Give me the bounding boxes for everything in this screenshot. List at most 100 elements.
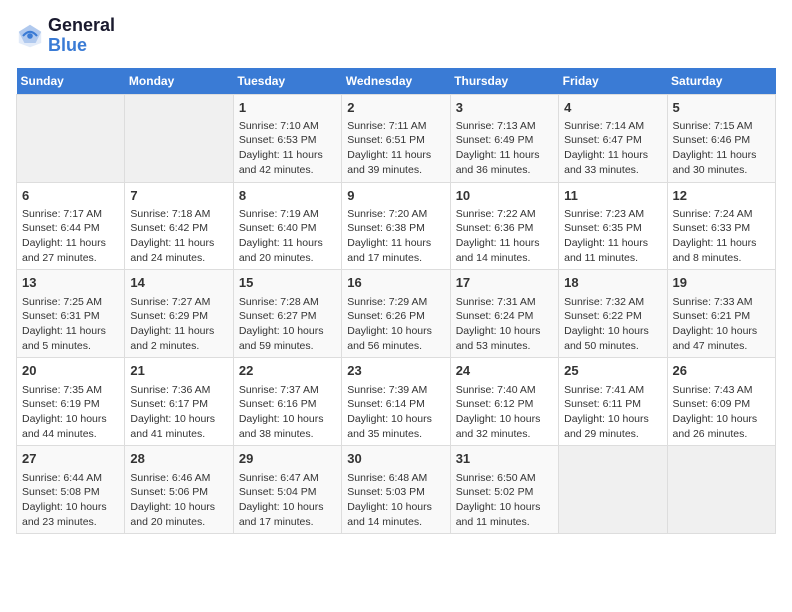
day-info: Sunrise: 7:23 AM Sunset: 6:35 PM Dayligh… [564,207,661,266]
day-number: 5 [673,99,770,117]
day-number: 8 [239,187,336,205]
calendar-cell: 7Sunrise: 7:18 AM Sunset: 6:42 PM Daylig… [125,182,233,270]
day-number: 17 [456,274,553,292]
day-number: 27 [22,450,119,468]
day-info: Sunrise: 7:20 AM Sunset: 6:38 PM Dayligh… [347,207,444,266]
calendar-cell: 10 Sunrise: 7:22 AM Sunset: 6:36 PM Dayli… [450,182,558,270]
calendar-cell: 3 Sunrise: 7:13 AM Sunset: 6:49 PM Daylig… [450,94,558,182]
day-info: Sunrise: 7:11 AM Sunset: 6:51 PM Dayligh… [347,119,444,178]
day-number: 19 [673,274,770,292]
logo-text: GeneralBlue [48,16,115,56]
day-info: Sunrise: 7:35 AM Sunset: 6:19 PM Dayligh… [22,383,119,442]
day-info: Sunrise: 6:48 AM Sunset: 5:03 PM Dayligh… [347,471,444,530]
day-number: 14 [130,274,227,292]
day-info: Sunrise: 7:13 AM Sunset: 6:49 PM Dayligh… [456,119,553,178]
day-info: Sunrise: 7:43 AM Sunset: 6:09 PM Dayligh… [673,383,770,442]
calendar-cell: 22Sunrise: 7:37 AM Sunset: 6:16 PM Dayli… [233,358,341,446]
day-info: Sunrise: 6:44 AM Sunset: 5:08 PM Dayligh… [22,471,119,530]
calendar-cell [559,446,667,534]
header-wednesday: Wednesday [342,68,450,95]
day-info: Sunrise: 7:31 AM Sunset: 6:24 PM Dayligh… [456,295,553,354]
day-info: Sunrise: 7:27 AM Sunset: 6:29 PM Dayligh… [130,295,227,354]
day-number: 13 [22,274,119,292]
calendar-header-row: SundayMondayTuesdayWednesdayThursdayFrid… [17,68,776,95]
day-number: 21 [130,362,227,380]
calendar-cell: 12 Sunrise: 7:24 AM Sunset: 6:33 PM Dayli… [667,182,775,270]
calendar-cell: 28 Sunrise: 6:46 AM Sunset: 5:06 PM Dayli… [125,446,233,534]
day-info: Sunrise: 6:46 AM Sunset: 5:06 PM Dayligh… [130,471,227,530]
calendar-row-1: 6 Sunrise: 7:17 AM Sunset: 6:44 PM Daylig… [17,182,776,270]
calendar-cell: 14 Sunrise: 7:27 AM Sunset: 6:29 PM Dayli… [125,270,233,358]
calendar-cell: 6 Sunrise: 7:17 AM Sunset: 6:44 PM Daylig… [17,182,125,270]
day-info: Sunrise: 7:32 AM Sunset: 6:22 PM Dayligh… [564,295,661,354]
calendar-table: SundayMondayTuesdayWednesdayThursdayFrid… [16,68,776,535]
page-header: GeneralBlue [16,16,776,56]
day-info: Sunrise: 7:22 AM Sunset: 6:36 PM Dayligh… [456,207,553,266]
day-number: 25 [564,362,661,380]
calendar-cell [17,94,125,182]
calendar-cell: 29 Sunrise: 6:47 AM Sunset: 5:04 PM Dayli… [233,446,341,534]
day-number: 28 [130,450,227,468]
calendar-cell [125,94,233,182]
day-number: 10 [456,187,553,205]
logo: GeneralBlue [16,16,115,56]
header-thursday: Thursday [450,68,558,95]
calendar-row-4: 27 Sunrise: 6:44 AM Sunset: 5:08 PM Dayli… [17,446,776,534]
day-info: Sunrise: 7:37 AM Sunset: 6:16 PM Dayligh… [239,383,336,442]
day-number: 2 [347,99,444,117]
day-info: Sunrise: 7:36 AM Sunset: 6:17 PM Dayligh… [130,383,227,442]
day-number: 11 [564,187,661,205]
calendar-cell: 2 Sunrise: 7:11 AM Sunset: 6:51 PM Daylig… [342,94,450,182]
day-info: Sunrise: 7:33 AM Sunset: 6:21 PM Dayligh… [673,295,770,354]
day-number: 9 [347,187,444,205]
calendar-cell: 31 Sunrise: 6:50 AM Sunset: 5:02 PM Dayli… [450,446,558,534]
calendar-cell: 13Sunrise: 7:25 AM Sunset: 6:31 PM Dayli… [17,270,125,358]
day-info: Sunrise: 7:24 AM Sunset: 6:33 PM Dayligh… [673,207,770,266]
day-info: Sunrise: 7:17 AM Sunset: 6:44 PM Dayligh… [22,207,119,266]
day-number: 16 [347,274,444,292]
day-number: 3 [456,99,553,117]
day-info: Sunrise: 7:39 AM Sunset: 6:14 PM Dayligh… [347,383,444,442]
calendar-cell [667,446,775,534]
day-info: Sunrise: 7:28 AM Sunset: 6:27 PM Dayligh… [239,295,336,354]
day-number: 1 [239,99,336,117]
calendar-row-2: 13Sunrise: 7:25 AM Sunset: 6:31 PM Dayli… [17,270,776,358]
calendar-cell: 16 Sunrise: 7:29 AM Sunset: 6:26 PM Dayli… [342,270,450,358]
header-monday: Monday [125,68,233,95]
calendar-row-3: 20 Sunrise: 7:35 AM Sunset: 6:19 PM Dayli… [17,358,776,446]
day-info: Sunrise: 7:10 AM Sunset: 6:53 PM Dayligh… [239,119,336,178]
calendar-cell: 5 Sunrise: 7:15 AM Sunset: 6:46 PM Daylig… [667,94,775,182]
day-info: Sunrise: 7:40 AM Sunset: 6:12 PM Dayligh… [456,383,553,442]
day-info: Sunrise: 6:47 AM Sunset: 5:04 PM Dayligh… [239,471,336,530]
day-info: Sunrise: 7:41 AM Sunset: 6:11 PM Dayligh… [564,383,661,442]
day-number: 4 [564,99,661,117]
calendar-cell: 18 Sunrise: 7:32 AM Sunset: 6:22 PM Dayli… [559,270,667,358]
day-info: Sunrise: 6:50 AM Sunset: 5:02 PM Dayligh… [456,471,553,530]
calendar-cell: 30 Sunrise: 6:48 AM Sunset: 5:03 PM Dayli… [342,446,450,534]
day-number: 12 [673,187,770,205]
day-number: 26 [673,362,770,380]
day-info: Sunrise: 7:18 AM Sunset: 6:42 PM Dayligh… [130,207,227,266]
calendar-cell: 8 Sunrise: 7:19 AM Sunset: 6:40 PM Daylig… [233,182,341,270]
calendar-cell: 15 Sunrise: 7:28 AM Sunset: 6:27 PM Dayli… [233,270,341,358]
day-info: Sunrise: 7:29 AM Sunset: 6:26 PM Dayligh… [347,295,444,354]
calendar-cell: 20 Sunrise: 7:35 AM Sunset: 6:19 PM Dayli… [17,358,125,446]
day-number: 18 [564,274,661,292]
calendar-cell: 26 Sunrise: 7:43 AM Sunset: 6:09 PM Dayli… [667,358,775,446]
day-info: Sunrise: 7:15 AM Sunset: 6:46 PM Dayligh… [673,119,770,178]
calendar-cell: 25 Sunrise: 7:41 AM Sunset: 6:11 PM Dayli… [559,358,667,446]
calendar-cell: 23 Sunrise: 7:39 AM Sunset: 6:14 PM Dayli… [342,358,450,446]
day-number: 6 [22,187,119,205]
calendar-row-0: 1 Sunrise: 7:10 AM Sunset: 6:53 PM Daylig… [17,94,776,182]
calendar-cell: 9 Sunrise: 7:20 AM Sunset: 6:38 PM Daylig… [342,182,450,270]
day-number: 30 [347,450,444,468]
day-number: 23 [347,362,444,380]
calendar-cell: 21 Sunrise: 7:36 AM Sunset: 6:17 PM Dayli… [125,358,233,446]
day-number: 29 [239,450,336,468]
day-info: Sunrise: 7:19 AM Sunset: 6:40 PM Dayligh… [239,207,336,266]
day-number: 20 [22,362,119,380]
logo-icon [16,22,44,50]
calendar-cell: 17 Sunrise: 7:31 AM Sunset: 6:24 PM Dayli… [450,270,558,358]
day-number: 31 [456,450,553,468]
day-number: 15 [239,274,336,292]
